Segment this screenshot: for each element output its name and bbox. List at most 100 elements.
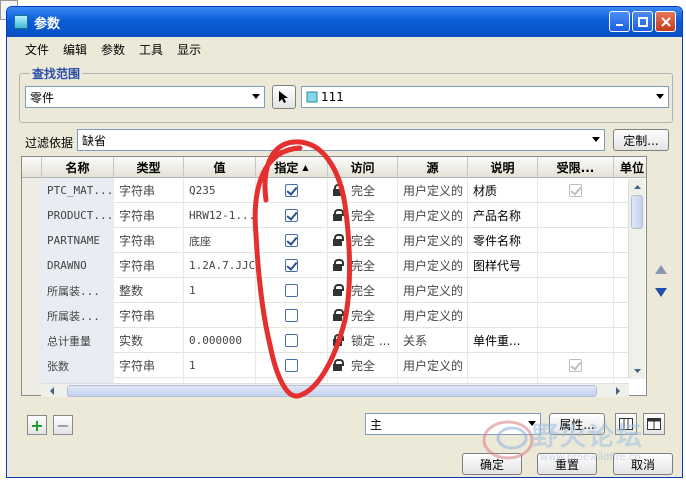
table-row[interactable]: 总计重量 实数 0.000000 锁定 ... 关系 单件重... xyxy=(22,328,646,353)
row-header[interactable] xyxy=(22,378,42,395)
cell-name[interactable]: 所属装... xyxy=(42,303,114,328)
cell-type[interactable]: 实数 xyxy=(114,328,184,353)
vertical-scrollbar[interactable] xyxy=(628,179,645,379)
cell-value[interactable]: 1.2A.7.JJC xyxy=(184,253,256,278)
cell-value[interactable] xyxy=(184,303,256,328)
row-header[interactable] xyxy=(22,228,42,253)
cell-source[interactable]: 用户定义的 xyxy=(398,353,468,378)
menu-parameters[interactable]: 参数 xyxy=(101,41,125,58)
cell-description[interactable] xyxy=(468,303,538,328)
cell-access[interactable]: 完全 xyxy=(328,178,398,203)
cell-source[interactable]: 关系 xyxy=(398,328,468,353)
add-parameter-button[interactable]: + xyxy=(27,415,47,435)
cell-name[interactable]: 所属装... xyxy=(42,278,114,303)
cell-name[interactable]: PTC_MAT... xyxy=(42,178,114,203)
cell-source[interactable]: 用户定义的 xyxy=(398,253,468,278)
horizontal-scrollbar[interactable] xyxy=(41,383,629,397)
menu-tools[interactable]: 工具 xyxy=(139,41,163,58)
filter-dropdown[interactable]: 缺省 xyxy=(77,129,605,151)
cell-access[interactable]: 完全 xyxy=(328,353,398,378)
row-header[interactable] xyxy=(22,303,42,328)
cell-description[interactable]: 零件名称 xyxy=(468,228,538,253)
column-header-value[interactable]: 值 xyxy=(184,157,256,178)
cell-type[interactable]: 字符串 xyxy=(114,228,184,253)
table-row[interactable]: PRODUCT... 字符串 HRW12-1... 完全 用户定义的 产品名称 xyxy=(22,203,646,228)
column-header-designate[interactable]: 指定 ▲ xyxy=(256,157,328,178)
cell-source[interactable]: 用户定义的 xyxy=(398,278,468,303)
select-model-button[interactable] xyxy=(272,85,296,109)
cell-description[interactable]: 单件重... xyxy=(468,328,538,353)
cell-type[interactable]: 字符串 xyxy=(114,303,184,328)
minimize-button[interactable] xyxy=(609,11,630,32)
move-up-icon[interactable] xyxy=(655,265,667,274)
row-header[interactable] xyxy=(22,353,42,378)
cell-source[interactable]: 用户定义的 xyxy=(398,178,468,203)
maximize-button[interactable] xyxy=(632,11,653,32)
table-row[interactable]: 所属装... 整数 1 完全 用户定义的 xyxy=(22,278,646,303)
row-header[interactable] xyxy=(22,253,42,278)
cell-source[interactable]: 用户定义的 xyxy=(398,303,468,328)
scroll-up-icon[interactable] xyxy=(629,181,646,193)
designate-checkbox[interactable] xyxy=(285,259,298,272)
row-header[interactable] xyxy=(22,178,42,203)
designate-checkbox[interactable] xyxy=(285,309,298,322)
column-header-description[interactable]: 说明 xyxy=(468,157,538,178)
cell-access[interactable]: 完全 xyxy=(328,278,398,303)
cell-type[interactable]: 字符串 xyxy=(114,353,184,378)
scroll-down-icon[interactable] xyxy=(629,365,646,377)
scope-type-dropdown[interactable]: 零件 xyxy=(25,86,265,108)
cell-type[interactable]: 字符串 xyxy=(114,178,184,203)
column-header-type[interactable]: 类型 xyxy=(114,157,184,178)
column-header-access[interactable]: 访问 xyxy=(328,157,398,178)
cell-name[interactable]: 张数 xyxy=(42,353,114,378)
cell-value[interactable]: 0.000000 xyxy=(184,328,256,353)
cell-description[interactable]: 产品名称 xyxy=(468,203,538,228)
cell-value[interactable]: 1 xyxy=(184,353,256,378)
menu-file[interactable]: 文件 xyxy=(25,41,49,58)
cell-name[interactable]: 总计重量 xyxy=(42,328,114,353)
cell-value[interactable]: 底座 xyxy=(184,228,256,253)
column-header-restricted[interactable]: 受限... xyxy=(538,157,614,178)
cell-description[interactable]: 材质 xyxy=(468,178,538,203)
column-header-name[interactable]: 名称 xyxy=(42,157,114,178)
column-header-unit[interactable]: 单位 xyxy=(614,157,646,178)
cell-source[interactable]: 用户定义的 xyxy=(398,203,468,228)
designate-checkbox[interactable] xyxy=(285,359,298,372)
cell-source[interactable]: 用户定义的 xyxy=(398,228,468,253)
table-row[interactable]: 所属装... 字符串 完全 用户定义的 xyxy=(22,303,646,328)
cell-access[interactable]: 锁定 ... xyxy=(328,328,398,353)
cell-access[interactable]: 完全 xyxy=(328,228,398,253)
designate-checkbox[interactable] xyxy=(285,209,298,222)
row-header[interactable] xyxy=(22,203,42,228)
cell-description[interactable] xyxy=(468,353,538,378)
designate-checkbox[interactable] xyxy=(285,184,298,197)
column-header-source[interactable]: 源 xyxy=(398,157,468,178)
cell-value[interactable]: HRW12-1... xyxy=(184,203,256,228)
menu-edit[interactable]: 编辑 xyxy=(63,41,87,58)
remove-parameter-button[interactable]: − xyxy=(53,415,73,435)
cell-value[interactable]: Q235 xyxy=(184,178,256,203)
cell-name[interactable]: DRAWNO xyxy=(42,253,114,278)
cell-type[interactable]: 字符串 xyxy=(114,203,184,228)
designate-checkbox[interactable] xyxy=(285,284,298,297)
move-down-icon[interactable] xyxy=(655,288,667,297)
cell-description[interactable] xyxy=(468,278,538,303)
designate-checkbox[interactable] xyxy=(285,234,298,247)
close-button[interactable] xyxy=(655,11,676,32)
cell-name[interactable]: PRODUCT... xyxy=(42,203,114,228)
table-row[interactable]: PARTNAME 字符串 底座 完全 用户定义的 零件名称 xyxy=(22,228,646,253)
cell-description[interactable]: 图样代号 xyxy=(468,253,538,278)
cell-value[interactable]: 1 xyxy=(184,278,256,303)
table-row[interactable]: DRAWNO 字符串 1.2A.7.JJC 完全 用户定义的 图样代号 xyxy=(22,253,646,278)
cell-access[interactable]: 完全 xyxy=(328,253,398,278)
scroll-left-icon[interactable] xyxy=(45,384,59,398)
designate-checkbox[interactable] xyxy=(285,334,298,347)
row-header[interactable] xyxy=(22,278,42,303)
scroll-right-icon[interactable] xyxy=(611,384,625,398)
cell-access[interactable]: 完全 xyxy=(328,203,398,228)
scope-model-dropdown[interactable]: 111 xyxy=(301,86,669,108)
table-row[interactable]: PTC_MAT... 字符串 Q235 完全 用户定义的 材质 xyxy=(22,178,646,203)
cell-access[interactable]: 完全 xyxy=(328,303,398,328)
cell-type[interactable]: 整数 xyxy=(114,278,184,303)
cell-name[interactable]: PARTNAME xyxy=(42,228,114,253)
